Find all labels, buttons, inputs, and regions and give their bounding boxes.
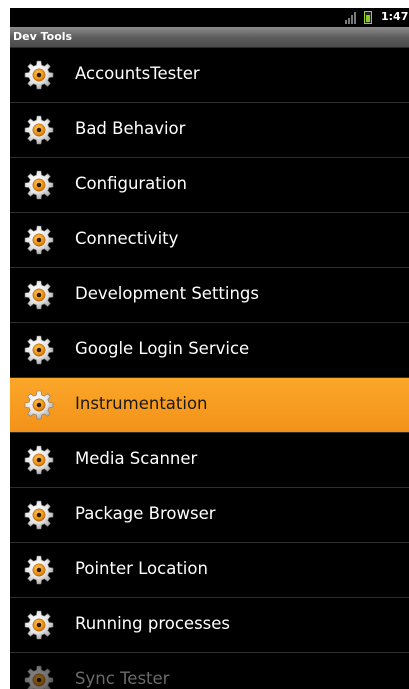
list-item-pointer-location[interactable]: Pointer Location <box>10 543 409 598</box>
list-item-label: Bad Behavior <box>75 119 186 138</box>
list-item-label: Instrumentation <box>75 394 208 413</box>
list-item-instrumentation[interactable]: Instrumentation <box>10 378 409 433</box>
settings-gear-icon <box>24 665 54 689</box>
settings-gear-icon <box>24 445 54 475</box>
list-item-label: Package Browser <box>75 504 216 523</box>
settings-gear-icon <box>24 225 54 255</box>
status-bar: 1:47 <box>10 8 409 27</box>
status-clock: 1:47 <box>381 10 409 23</box>
settings-gear-icon <box>24 610 54 640</box>
list-item-package-browser[interactable]: Package Browser <box>10 488 409 543</box>
list-item-label: Development Settings <box>75 284 259 303</box>
list-item-label: Connectivity <box>75 229 179 248</box>
settings-gear-icon <box>24 170 54 200</box>
list-item-configuration[interactable]: Configuration <box>10 158 409 213</box>
list-item-running-processes[interactable]: Running processes <box>10 598 409 653</box>
page-title: Dev Tools <box>13 30 73 43</box>
list-item-connectivity[interactable]: Connectivity <box>10 213 409 268</box>
settings-gear-icon <box>24 115 54 145</box>
list-item-label: AccountsTester <box>75 64 200 83</box>
settings-gear-icon <box>24 280 54 310</box>
settings-gear-icon <box>24 500 54 530</box>
list-item-label: Google Login Service <box>75 339 250 358</box>
list-item-label: Running processes <box>75 614 231 633</box>
list-item-sync-tester[interactable]: Sync Tester <box>10 653 409 689</box>
list-item-label: Media Scanner <box>75 449 198 468</box>
list-item-bad-behavior[interactable]: Bad Behavior <box>10 103 409 158</box>
settings-gear-icon <box>24 555 54 585</box>
signal-bars-icon <box>345 12 356 24</box>
title-bar: Dev Tools <box>10 27 409 48</box>
settings-gear-icon <box>24 335 54 365</box>
list-item-media-scanner[interactable]: Media Scanner <box>10 433 409 488</box>
dev-tools-list[interactable]: AccountsTester Bad Behavior Configuratio… <box>10 48 409 689</box>
list-item-accounts-tester[interactable]: AccountsTester <box>10 48 409 103</box>
settings-gear-icon <box>24 60 54 90</box>
list-item-label: Pointer Location <box>75 559 208 578</box>
screen: 1:47 Dev Tools AccountsTester Bad Behavi… <box>0 0 409 689</box>
settings-gear-icon <box>24 390 54 420</box>
list-item-label: Configuration <box>75 174 187 193</box>
list-item-development-settings[interactable]: Development Settings <box>10 268 409 323</box>
list-item-label: Sync Tester <box>75 669 170 688</box>
list-item-google-login-service[interactable]: Google Login Service <box>10 323 409 378</box>
battery-charging-icon <box>364 11 372 24</box>
device-screen: 1:47 Dev Tools AccountsTester Bad Behavi… <box>10 8 409 689</box>
